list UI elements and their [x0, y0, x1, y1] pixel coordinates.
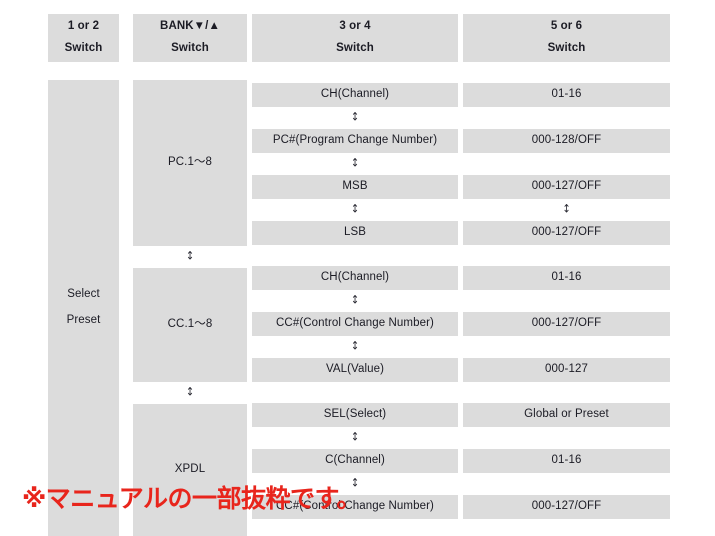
- connector-glyph: ↕: [350, 294, 360, 307]
- connector-cc-ch-ccnum: ↕: [252, 290, 458, 312]
- header-5or6-line2: Switch: [547, 42, 586, 54]
- connector-glyph: ↕: [562, 203, 571, 216]
- param-value: 000-127/OFF: [531, 180, 602, 193]
- mode-pc-label: PC.1～8: [167, 156, 213, 169]
- header-3or4-line1: 3 or 4: [339, 20, 371, 33]
- param-name-cc-val: VAL(Value): [252, 358, 458, 382]
- connector-glyph: ↕: [350, 157, 360, 170]
- connector-pc-pcnum-msb: ↕: [252, 153, 458, 175]
- param-value: Global or Preset: [524, 408, 609, 421]
- param-value-xpdl-ccnum: 000-127/OFF: [463, 495, 670, 519]
- header-bank-line1: BANK▼/▲: [160, 20, 220, 33]
- header-3or4-line2: Switch: [336, 42, 374, 54]
- connector-glyph: ↕: [350, 203, 360, 216]
- param-value-pc-pcnum: 000-128/OFF: [463, 129, 670, 153]
- connector-xpdl-sel-c: ↕: [252, 427, 458, 449]
- param-name-cc-ch: CH(Channel): [252, 266, 458, 290]
- param-value: 000-127/OFF: [531, 500, 602, 513]
- param-value-xpdl-sel: Global or Preset: [463, 403, 670, 427]
- param-value-cc-ccnum: 000-127/OFF: [463, 312, 670, 336]
- param-value: 000-127: [545, 363, 588, 376]
- param-label: CC#(Control Change Number): [276, 317, 434, 330]
- connector-glyph: ↕: [185, 250, 195, 263]
- select-preset-line2: Preset: [66, 314, 101, 326]
- manual-excerpt-note: ※マニュアルの一部抜粋です。: [22, 484, 362, 513]
- param-name-cc-ccnum: CC#(Control Change Number): [252, 312, 458, 336]
- param-value: 000-127/OFF: [531, 226, 602, 239]
- select-preset-line1: Select: [67, 288, 100, 301]
- param-label: CH(Channel): [320, 271, 390, 284]
- param-value-pc-msb: 000-127/OFF: [463, 175, 670, 199]
- param-value: 01-16: [551, 271, 582, 284]
- param-name-pc-pcnum: PC#(Program Change Number): [252, 129, 458, 153]
- param-name-pc-msb: MSB: [252, 175, 458, 199]
- param-label: VAL(Value): [325, 363, 385, 376]
- connector-pc-msb-lsb: ↕: [252, 199, 458, 221]
- param-value-pc-ch: 01-16: [463, 83, 670, 107]
- param-label: SEL(Select): [323, 408, 387, 421]
- param-value-pc-lsb: 000-127/OFF: [463, 221, 670, 245]
- param-name-xpdl-c: C(Channel): [252, 449, 458, 473]
- param-label: PC#(Program Change Number): [272, 134, 438, 147]
- header-switch-1or2: 1 or 2 Switch: [48, 14, 119, 62]
- param-label: C(Channel): [325, 454, 385, 467]
- param-value: 01-16: [551, 454, 582, 467]
- header-5or6-line1: 5 or 6: [550, 20, 583, 33]
- param-name-pc-lsb: LSB: [252, 221, 458, 245]
- mode-cc-label: CC.1～8: [167, 318, 213, 331]
- mode-block-xpdl: XPDL: [133, 404, 247, 536]
- connector-glyph: ↕: [185, 386, 195, 399]
- param-name-xpdl-sel: SEL(Select): [252, 403, 458, 427]
- param-label: CH(Channel): [320, 88, 390, 101]
- mode-xpdl-label: XPDL: [174, 463, 206, 476]
- connector-glyph: ↕: [350, 340, 360, 353]
- connector-mode-pc-cc: ↕: [133, 246, 247, 268]
- header-1or2-line1: 1 or 2: [67, 20, 100, 33]
- header-switch-bank: BANK▼/▲ Switch: [133, 14, 247, 62]
- header-switch-3or4: 3 or 4 Switch: [252, 14, 458, 62]
- connector-value-pc-msb-lsb: ↕: [463, 199, 670, 221]
- param-value: 000-128/OFF: [531, 134, 602, 147]
- header-1or2-line2: Switch: [64, 42, 103, 54]
- connector-glyph: ↕: [350, 431, 360, 444]
- param-value: 01-16: [551, 88, 582, 101]
- param-value-cc-val: 000-127: [463, 358, 670, 382]
- mode-block-pc: PC.1～8: [133, 80, 247, 246]
- header-switch-5or6: 5 or 6 Switch: [463, 14, 670, 62]
- param-value: 000-127/OFF: [531, 317, 602, 330]
- param-label: MSB: [342, 180, 368, 193]
- param-name-pc-ch: CH(Channel): [252, 83, 458, 107]
- connector-mode-cc-xpdl: ↕: [133, 382, 247, 404]
- param-value-cc-ch: 01-16: [463, 266, 670, 290]
- param-value-xpdl-c: 01-16: [463, 449, 670, 473]
- header-bank-line2: Switch: [171, 42, 209, 54]
- connector-pc-ch-pcnum: ↕: [252, 107, 458, 129]
- param-label: LSB: [343, 226, 367, 239]
- diagram-canvas: 1 or 2 Switch BANK▼/▲ Switch 3 or 4 Swit…: [0, 0, 715, 536]
- select-preset-block: Select Preset: [48, 80, 119, 536]
- mode-block-cc: CC.1～8: [133, 268, 247, 382]
- connector-cc-ccnum-val: ↕: [252, 336, 458, 358]
- connector-glyph: ↕: [350, 111, 360, 124]
